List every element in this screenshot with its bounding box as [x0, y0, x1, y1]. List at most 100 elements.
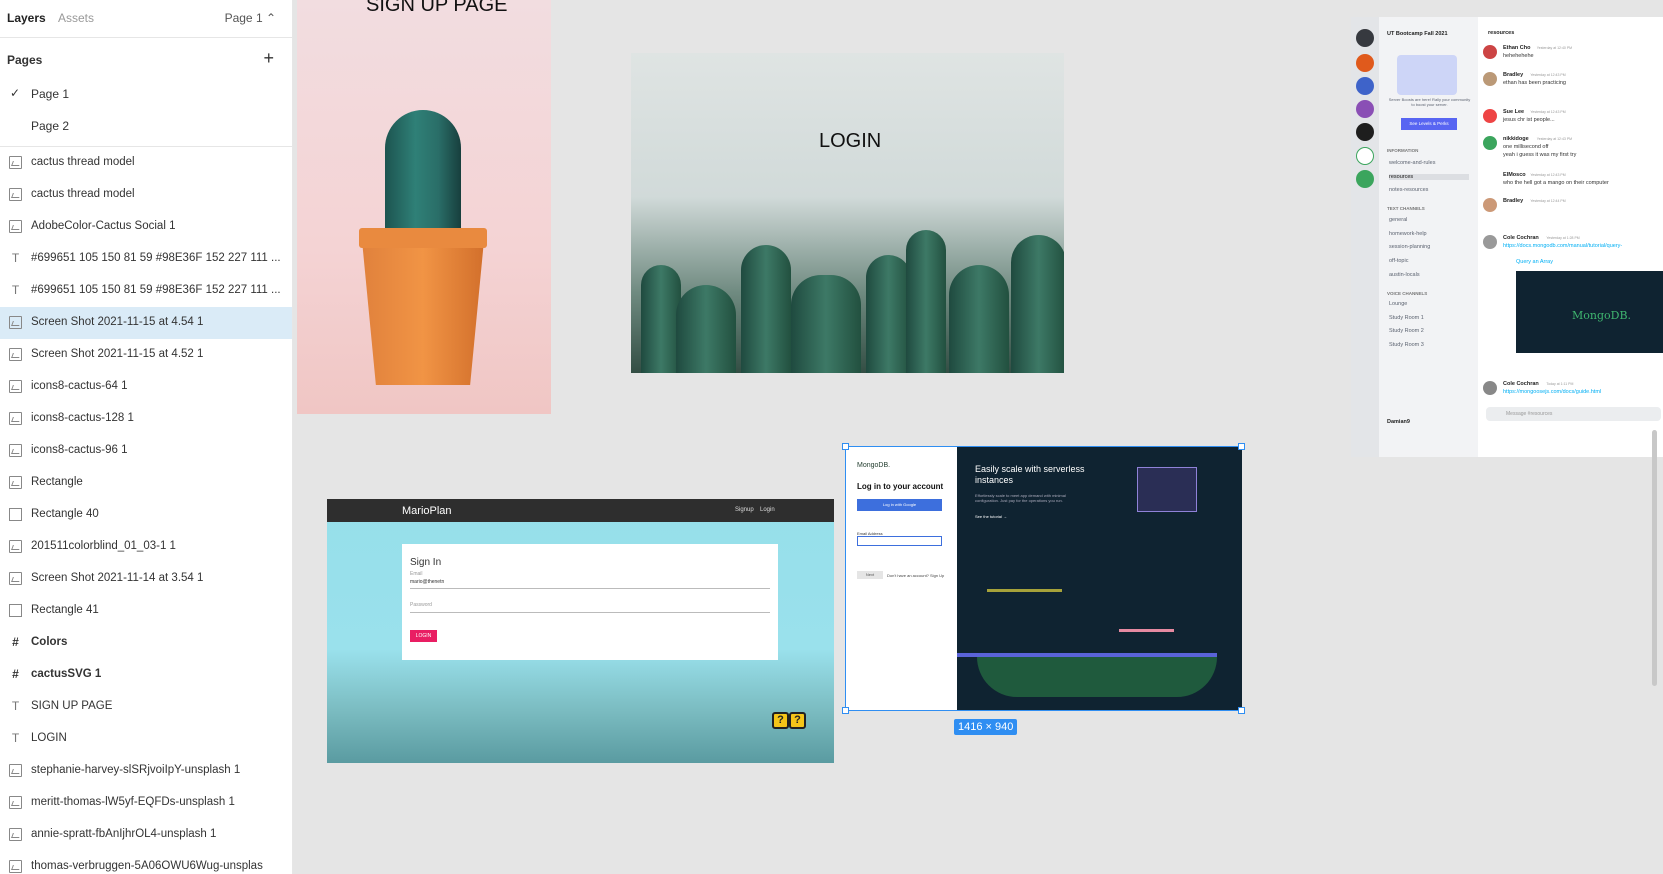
avatar — [1483, 381, 1497, 395]
avatar — [1483, 109, 1497, 123]
mario-nav-signup: Signup — [735, 507, 754, 513]
resize-handle[interactable] — [842, 707, 849, 714]
image-icon — [9, 412, 22, 425]
add-page-button[interactable]: + — [263, 48, 274, 69]
discord-channel-list: UT Bootcamp Fall 2021 Server Boosts are … — [1379, 17, 1478, 457]
category-text: TEXT CHANNELS — [1387, 206, 1425, 211]
cactus-image — [949, 265, 1009, 373]
shelf-illustration — [1119, 629, 1174, 632]
layer-name: Screen Shot 2021-11-14 at 3.54 1 — [31, 572, 204, 584]
mongodb-screenshot-selected[interactable]: MongoDB. Log in to your account Log in w… — [842, 443, 1245, 714]
frame-icon: # — [12, 635, 19, 649]
message-text: jesus chr ist people... — [1503, 117, 1555, 123]
resize-handle[interactable] — [1238, 443, 1245, 450]
layer-item[interactable]: annie-spratt-fbAnIjhrOL4-unsplash 1 — [0, 819, 292, 851]
layer-item[interactable]: stephanie-harvey-slSRjvoiIpY-unsplash 1 — [0, 755, 292, 787]
layer-item[interactable]: T SIGN UP PAGE — [0, 691, 292, 723]
layer-name: cactus thread model — [31, 156, 135, 168]
mario-nav-login: Login — [760, 507, 775, 513]
mongo-signup-text: Don't have an account? Sign Up — [887, 573, 945, 578]
channel-item: general — [1389, 217, 1408, 223]
layer-item[interactable]: cactus thread model — [0, 179, 292, 211]
selection-dimensions-badge: 1416 × 940 — [954, 719, 1018, 735]
tab-layers[interactable]: Layers — [7, 11, 46, 25]
cactus-image — [1011, 235, 1064, 373]
mario-password-underline — [410, 612, 770, 613]
layer-item[interactable]: 201511colorblind_01_03-1 1 — [0, 531, 292, 563]
mongodb-embed-image: MongoDB. — [1516, 271, 1663, 353]
layer-item[interactable]: # Colors — [0, 627, 292, 659]
page-item-1[interactable]: ✓ Page 1 — [0, 78, 292, 110]
message-text: ethan has been practicing — [1503, 80, 1566, 86]
page-selector[interactable]: Page 1 ⌃ — [225, 11, 276, 25]
mongo-hero-panel: Easily scale with serverless instances E… — [957, 447, 1242, 710]
layer-name: meritt-thomas-lW5yf-EQFDs-unsplash 1 — [31, 796, 235, 808]
layer-item[interactable]: Screen Shot 2021-11-15 at 4.54 1 — [0, 307, 292, 339]
image-icon — [9, 156, 22, 169]
resize-handle[interactable] — [842, 443, 849, 450]
marioplan-screenshot[interactable]: MarioPlan Signup Login Sign In Email mar… — [327, 499, 834, 763]
mongo-email-input — [857, 536, 942, 546]
login-frame[interactable]: LOGIN — [631, 53, 1064, 373]
avatar — [1483, 235, 1497, 249]
server-icon — [1356, 100, 1374, 118]
layer-item[interactable]: Rectangle 41 — [0, 595, 292, 627]
layer-item[interactable]: icons8-cactus-64 1 — [0, 371, 292, 403]
tab-assets[interactable]: Assets — [58, 11, 94, 25]
voice-channel-item: Study Room 3 — [1389, 342, 1424, 348]
layer-item[interactable]: icons8-cactus-96 1 — [0, 435, 292, 467]
layer-name: annie-spratt-fbAnIjhrOL4-unsplash 1 — [31, 828, 217, 840]
image-icon — [9, 796, 22, 809]
layer-item[interactable]: Screen Shot 2021-11-14 at 3.54 1 — [0, 563, 292, 595]
image-icon — [9, 476, 22, 489]
message-text: hehehehehe — [1503, 53, 1534, 59]
discord-screenshot[interactable]: UT Bootcamp Fall 2021 Server Boosts are … — [1351, 17, 1663, 457]
layer-item[interactable]: cactus thread model — [0, 147, 292, 179]
cactus-image — [791, 275, 861, 373]
mario-email-underline — [410, 588, 770, 589]
channel-item: off-topic — [1389, 258, 1409, 264]
mongo-google-button: Log in with Google — [857, 499, 942, 511]
layers-list: cactus thread model cactus thread model Ad… — [0, 147, 292, 874]
message-text: who the hell got a mango on their comput… — [1503, 180, 1609, 186]
layer-name: thomas-verbruggen-5A06OWU6Wug-unsplas — [31, 860, 263, 872]
mongo-hero-subtitle: Effortlessly scale to meet app demand wi… — [975, 493, 1066, 503]
layer-name: Screen Shot 2021-11-15 at 4.52 1 — [31, 348, 204, 360]
layer-item[interactable]: meritt-thomas-lW5yf-EQFDs-unsplash 1 — [0, 787, 292, 819]
signup-frame[interactable]: SIGN UP PAGE — [297, 0, 551, 414]
question-block-icon: ? — [789, 712, 806, 729]
signup-title: SIGN UP PAGE — [366, 0, 508, 16]
page-item-2[interactable]: Page 2 — [0, 110, 292, 142]
canvas[interactable]: SIGN UP PAGE LOGIN MarioPlan Signup Logi… — [293, 0, 1663, 874]
layer-item[interactable]: Rectangle 40 — [0, 499, 292, 531]
server-icon — [1356, 77, 1374, 95]
layer-name: cactusSVG 1 — [31, 668, 102, 680]
image-icon — [9, 828, 22, 841]
layer-item[interactable]: # cactusSVG 1 — [0, 659, 292, 691]
text-icon: T — [11, 283, 20, 297]
layer-item[interactable]: Screen Shot 2021-11-15 at 4.52 1 — [0, 339, 292, 371]
avatar — [1483, 172, 1497, 186]
image-icon — [9, 540, 22, 553]
login-title: LOGIN — [819, 130, 882, 152]
layer-item[interactable]: thomas-verbruggen-5A06OWU6Wug-unsplas — [0, 851, 292, 874]
embed-title: Query an Array — [1516, 259, 1553, 265]
layer-item[interactable]: AdobeColor-Cactus Social 1 — [0, 211, 292, 243]
layer-item[interactable]: Rectangle — [0, 467, 292, 499]
layer-name: Screen Shot 2021-11-15 at 4.54 1 — [31, 316, 204, 328]
layer-item[interactable]: icons8-cactus-128 1 — [0, 403, 292, 435]
mario-signin-title: Sign In — [410, 557, 442, 568]
pages-section-header: Pages + — [0, 38, 292, 78]
image-icon — [9, 380, 22, 393]
avatar — [1483, 45, 1497, 59]
mario-login-button: LOGIN — [410, 630, 437, 642]
message-text: one millisecond off — [1503, 144, 1549, 150]
layer-item[interactable]: T #699651 105 150 81 59 #98E36F 152 227 1… — [0, 243, 292, 275]
layer-item[interactable]: T #699651 105 150 81 59 #98E36F 152 227 1… — [0, 275, 292, 307]
resize-handle[interactable] — [1238, 707, 1245, 714]
category-information: INFORMATION — [1387, 148, 1419, 153]
pot-image — [361, 230, 485, 385]
layer-item[interactable]: T LOGIN — [0, 723, 292, 755]
mongo-heading: Log in to your account — [857, 482, 944, 491]
canvas-scrollbar[interactable] — [1652, 430, 1657, 686]
